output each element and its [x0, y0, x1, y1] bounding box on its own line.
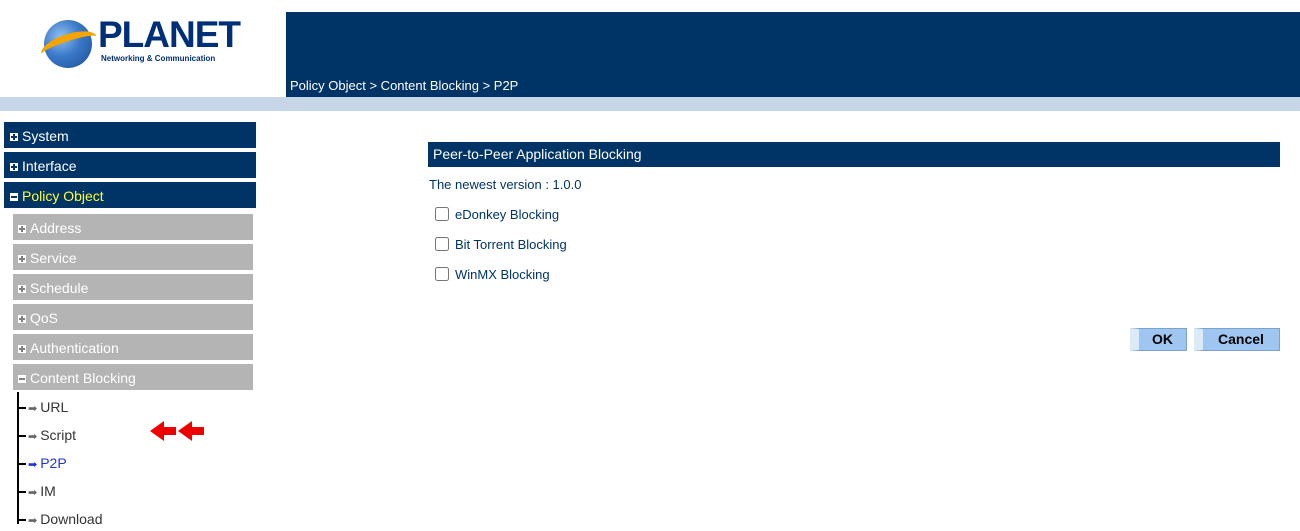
expand-plus-icon [10, 133, 18, 141]
option-bittorrent[interactable]: Bit Torrent Blocking [435, 236, 567, 254]
expand-plus-icon [18, 225, 26, 233]
sidebar-item-label: System [22, 128, 69, 144]
subnav-item-schedule[interactable]: Schedule [13, 274, 253, 302]
collapse-minus-icon [10, 193, 18, 201]
tree-item-label: IM [40, 483, 56, 499]
tree-item-p2p[interactable]: ➡ P2P [17, 453, 67, 473]
sidebar-item-label: Interface [22, 158, 77, 174]
option-label: eDonkey Blocking [455, 207, 560, 222]
tree-item-script[interactable]: ➡ Script [17, 425, 76, 445]
tree-item-label: URL [40, 399, 69, 415]
option-label: Bit Torrent Blocking [455, 237, 567, 252]
subnav-item-service[interactable]: Service [13, 244, 253, 272]
tree-item-download[interactable]: ➡ Download [17, 509, 102, 529]
logo-text: PLANET [98, 14, 241, 55]
subnav-item-qos[interactable]: QoS [13, 304, 253, 332]
logo: PLANET Networking & Communication [0, 0, 286, 97]
expand-plus-icon [10, 163, 18, 171]
subnav-item-label: Schedule [30, 280, 89, 296]
tree-item-im[interactable]: ➡ IM [17, 481, 56, 501]
header-bar: Policy Object > Content Blocking > P2P [286, 12, 1300, 97]
option-winmx[interactable]: WinMX Blocking [435, 266, 550, 284]
arrow-right-icon: ➡ [28, 487, 38, 499]
tree-item-url[interactable]: ➡ URL [17, 397, 68, 417]
subnav-item-label: QoS [30, 310, 59, 326]
logo-subtitle: Networking & Communication [101, 54, 216, 63]
tree-item-label: P2P [40, 455, 67, 471]
arrow-right-icon: ➡ [28, 403, 38, 415]
panel-title: Peer-to-Peer Application Blocking [428, 142, 1280, 167]
cancel-button[interactable]: Cancel [1194, 328, 1280, 351]
subnav-item-address[interactable]: Address [13, 214, 253, 242]
expand-plus-icon [18, 315, 26, 323]
option-edonkey[interactable]: eDonkey Blocking [435, 206, 559, 224]
collapse-minus-icon [18, 375, 26, 383]
annotation-arrows-icon [150, 421, 204, 441]
breadcrumb: Policy Object > Content Blocking > P2P [290, 78, 519, 93]
subnav-item-label: Address [30, 220, 82, 236]
arrow-right-icon: ➡ [28, 459, 38, 471]
subnav-item-authentication[interactable]: Authentication [13, 334, 253, 362]
sidebar-item-system[interactable]: System [4, 122, 256, 150]
subnav-item-content-blocking[interactable]: Content Blocking [13, 364, 253, 392]
subnav-item-label: Service [30, 250, 77, 266]
sidebar-item-policy-object[interactable]: Policy Object [4, 182, 256, 210]
arrow-right-icon: ➡ [28, 515, 38, 527]
expand-plus-icon [18, 345, 26, 353]
ok-button[interactable]: OK [1130, 328, 1187, 351]
subnav-item-label: Authentication [30, 340, 119, 356]
winmx-checkbox[interactable] [435, 267, 449, 281]
expand-plus-icon [18, 255, 26, 263]
bittorrent-checkbox[interactable] [435, 237, 449, 251]
subnav-item-label: Content Blocking [30, 370, 136, 386]
arrow-right-icon: ➡ [28, 431, 38, 443]
option-label: WinMX Blocking [455, 267, 550, 282]
sidebar-item-interface[interactable]: Interface [4, 152, 256, 180]
header-strip [0, 97, 1300, 111]
tree-item-label: Script [40, 427, 77, 443]
tree-item-label: Download [40, 511, 103, 527]
sidebar-item-label: Policy Object [22, 188, 104, 204]
expand-plus-icon [18, 285, 26, 293]
version-text: The newest version : 1.0.0 [429, 177, 582, 192]
edonkey-checkbox[interactable] [435, 207, 449, 221]
